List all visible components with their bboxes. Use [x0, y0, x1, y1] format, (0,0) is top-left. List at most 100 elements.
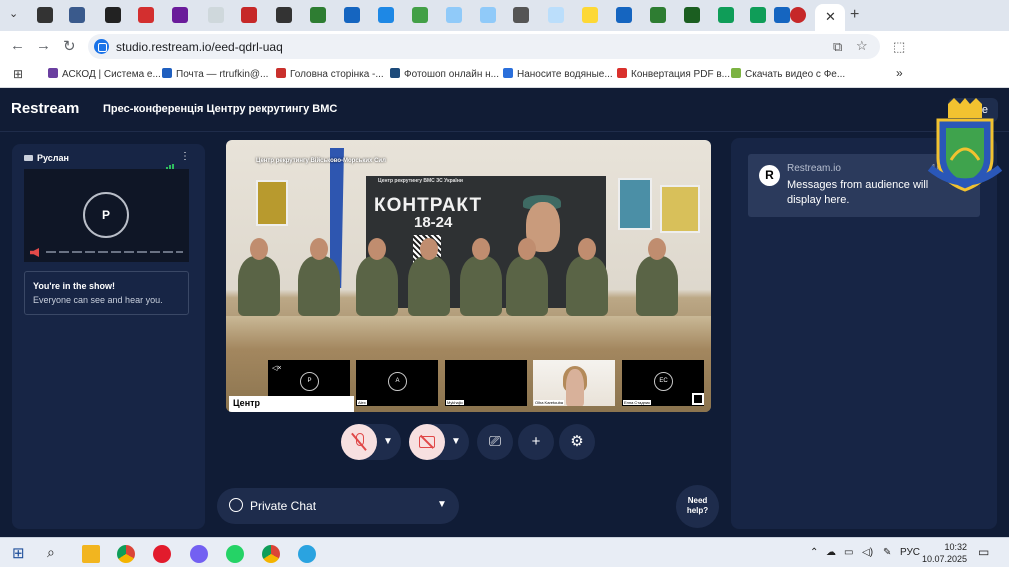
tab-favicon[interactable] — [718, 7, 734, 23]
tab-favicon[interactable] — [241, 7, 257, 23]
back-arrow-icon[interactable]: ← — [10, 37, 25, 54]
new-tab-button[interactable]: + — [850, 6, 859, 24]
tab-favicon[interactable] — [378, 7, 394, 23]
windows-taskbar: ⊞ ⌕ ⌃ ☁ ▭ ◁) ✎ РУС 10:32 10.07.2025 ▭ — [0, 537, 1009, 567]
site-info-icon[interactable] — [94, 39, 109, 54]
tab-favicon[interactable] — [69, 7, 85, 23]
participant-on-stage — [566, 238, 608, 316]
chevron-up-icon[interactable]: ⌃ — [810, 547, 818, 558]
guest-avatar: ЕС — [654, 372, 673, 391]
tab-favicon[interactable] — [480, 7, 496, 23]
restream-logo: Restream — [11, 100, 80, 117]
reload-icon[interactable]: ↻ — [63, 37, 76, 55]
bookmark-item[interactable]: Конвертация PDF в... — [617, 68, 730, 80]
bookmark-favicon — [162, 68, 172, 78]
tab-favicon[interactable] — [208, 7, 224, 23]
tab-favicon[interactable] — [548, 7, 564, 23]
tab-favicon[interactable] — [37, 7, 53, 23]
coat-of-arms-watermark — [927, 98, 1003, 192]
participant-on-stage — [298, 238, 340, 316]
screen-share-button[interactable]: ⎚ — [477, 424, 513, 460]
forward-arrow-icon[interactable]: → — [36, 37, 51, 54]
tab-favicon[interactable] — [138, 7, 154, 23]
guest-tile[interactable]: ЕС Енна Стадник — [622, 360, 704, 406]
bookmark-favicon — [731, 68, 741, 78]
tab-favicon[interactable] — [344, 7, 360, 23]
notifications-icon[interactable]: ▭ — [978, 545, 989, 559]
translate-icon[interactable]: ⧉ — [833, 39, 842, 55]
chrome-icon[interactable] — [117, 545, 135, 563]
volume-icon[interactable]: ◁) — [862, 547, 873, 558]
system-clock[interactable]: 10:32 10.07.2025 — [922, 541, 967, 565]
active-tab[interactable]: ✕ — [815, 4, 845, 31]
tab-favicon[interactable] — [684, 7, 700, 23]
search-icon[interactable]: ⌕ — [47, 544, 55, 561]
guest-tile[interactable]: A Alex — [356, 360, 438, 406]
more-options-icon[interactable]: ⋮ — [180, 151, 190, 162]
network-icon[interactable]: ☁ — [826, 547, 836, 558]
bookmark-item[interactable]: Почта — rtrufkin@... — [162, 68, 268, 80]
audio-level-meter — [46, 251, 183, 253]
close-tab-icon[interactable]: ✕ — [825, 9, 836, 25]
extensions-icon[interactable]: ⬚ — [893, 39, 905, 55]
need-help-line2: help? — [686, 506, 709, 515]
pen-icon[interactable]: ✎ — [883, 547, 891, 558]
stage-panel: Центр рекрутингу ВМС ЗС України КОНТРАКТ… — [217, 138, 719, 529]
apps-grid-icon[interactable]: ⊞ — [13, 67, 23, 81]
bookmark-star-icon[interactable]: ☆ — [856, 38, 868, 54]
telegram-icon[interactable] — [298, 545, 316, 563]
opera-icon[interactable] — [153, 545, 171, 563]
chevron-down-icon[interactable]: ▼ — [383, 436, 393, 447]
camera-toggle-button[interactable] — [409, 424, 445, 460]
tab-favicon[interactable] — [105, 7, 121, 23]
language-indicator[interactable]: РУС — [900, 547, 920, 558]
banner-top-text: Центр рекрутингу ВМС ЗС України — [378, 178, 463, 184]
camera-control[interactable]: ▼ — [409, 424, 469, 460]
tab-favicon[interactable] — [412, 7, 428, 23]
private-chat-label: Private Chat — [250, 499, 317, 513]
bookmark-item[interactable]: Скачать видео с Фе... — [731, 68, 845, 80]
mic-off-icon — [353, 433, 365, 451]
tab-favicon[interactable] — [582, 7, 598, 23]
fullscreen-icon[interactable] — [692, 393, 704, 405]
guest-tile[interactable]: Olha Karetouba — [533, 360, 615, 406]
bookmark-favicon — [390, 68, 400, 78]
address-bar[interactable]: studio.restream.io/eed-qdrl-uaq ⧉ ☆ — [88, 34, 880, 59]
bookmark-favicon — [503, 68, 513, 78]
more-bookmarks-button[interactable]: » — [896, 66, 903, 80]
tab-favicon[interactable] — [774, 7, 790, 23]
bookmark-item[interactable]: Фотошоп онлайн н... — [390, 68, 499, 80]
guest-name: Енна Стадник — [623, 400, 651, 405]
tab-favicon[interactable] — [310, 7, 326, 23]
whatsapp-icon[interactable] — [226, 545, 244, 563]
file-explorer-icon[interactable] — [82, 545, 100, 563]
tab-favicon[interactable] — [650, 7, 666, 23]
tab-favicon[interactable] — [750, 7, 766, 23]
mic-toggle-button[interactable] — [341, 424, 377, 460]
tab-favicon[interactable] — [513, 7, 529, 23]
bookmark-item[interactable]: Головна сторінка -... — [276, 68, 384, 80]
tab-favicon[interactable] — [446, 7, 462, 23]
chrome-icon[interactable] — [262, 545, 280, 563]
tab-favicon[interactable] — [790, 7, 806, 23]
private-chat-button[interactable]: Private Chat ▼ — [217, 488, 459, 524]
settings-button[interactable]: ⚙ — [559, 424, 595, 460]
guest-tile[interactable]: Mykhajlo — [445, 360, 527, 406]
display-icon[interactable]: ▭ — [844, 547, 853, 558]
add-button[interactable]: + — [518, 424, 554, 460]
bookmark-favicon — [48, 68, 58, 78]
wall-painting — [256, 180, 288, 226]
tab-favicon[interactable] — [172, 7, 188, 23]
wall-painting — [660, 185, 700, 233]
tab-favicon[interactable] — [276, 7, 292, 23]
mic-control[interactable]: ▼ — [341, 424, 401, 460]
tab-list-button[interactable]: ⌄ — [9, 7, 18, 20]
windows-start-icon[interactable]: ⊞ — [12, 544, 25, 562]
bookmark-item[interactable]: Наносите водяные... — [503, 68, 613, 80]
need-help-button[interactable]: Need help? — [676, 485, 719, 528]
chevron-down-icon[interactable]: ▼ — [451, 436, 461, 447]
bookmark-item[interactable]: АСКОД | Система е... — [48, 68, 161, 80]
camera-preview: P — [24, 169, 189, 262]
tab-favicon[interactable] — [616, 7, 632, 23]
viber-icon[interactable] — [190, 545, 208, 563]
